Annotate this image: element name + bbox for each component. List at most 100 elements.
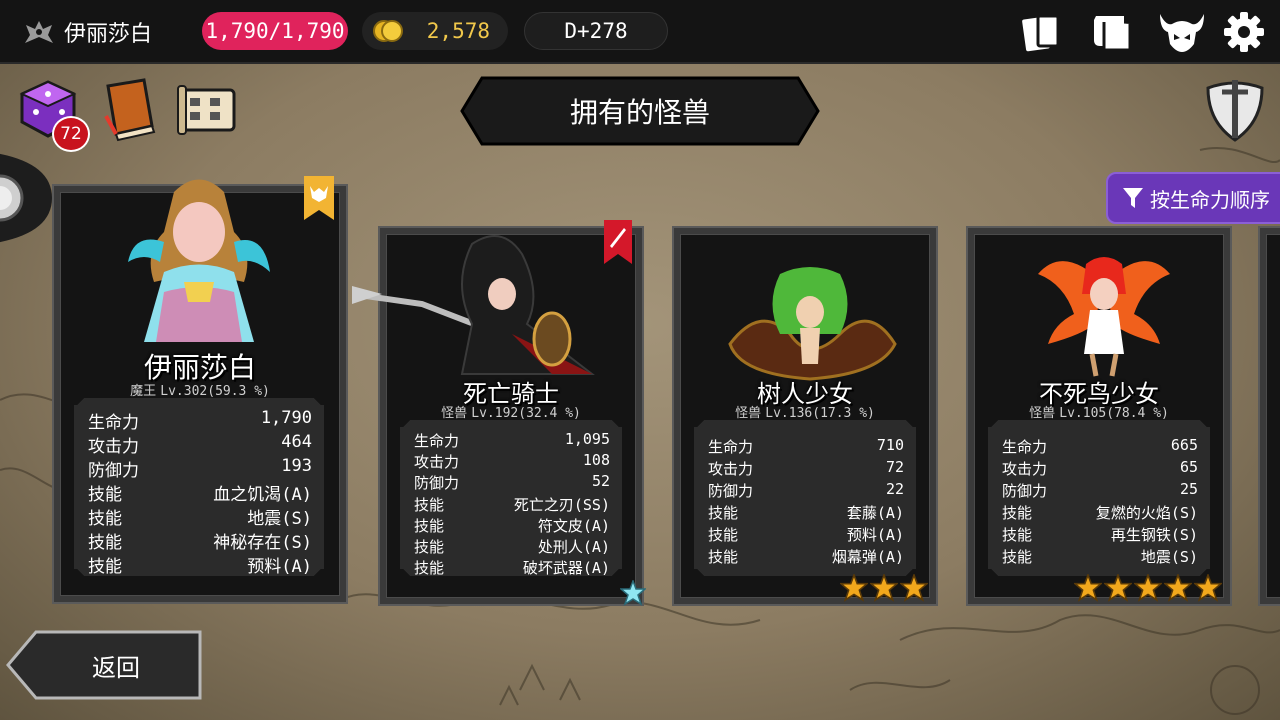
stat-label: 生命力 bbox=[88, 413, 139, 433]
stat-row: 技能 预料(A) bbox=[708, 524, 904, 545]
stat-row: 技能 符文皮(A) bbox=[414, 515, 610, 536]
stat-label: 技能 bbox=[414, 517, 445, 535]
stat-label: 技能 bbox=[708, 548, 739, 566]
stat-label: 防御力 bbox=[708, 482, 754, 500]
treant-girl-sprite bbox=[728, 267, 897, 381]
gold-amount: 2,578 bbox=[426, 19, 490, 43]
stat-value: 血之饥渴(A) bbox=[213, 485, 312, 505]
stat-label: 技能 bbox=[1002, 548, 1033, 566]
stat-value: 破坏武器(A) bbox=[522, 559, 610, 577]
stat-row: 防御力 52 bbox=[414, 472, 610, 493]
stat-value: 地震(S) bbox=[247, 509, 312, 529]
rarity-star-icon bbox=[1164, 574, 1192, 602]
stats-panel: 生命力 665 攻击力 65 防御力 25 技能 复燃的火焰(S) 技能 再生钢铁(S) … bbox=[988, 419, 1210, 577]
monster-card-elizabeth[interactable]: 伊丽莎白 魔王 Lv.302(59.3 %) 生命力 1,790 攻击力 464 防… bbox=[54, 176, 346, 602]
stat-label: 技能 bbox=[88, 485, 122, 505]
stat-value: 地震(S) bbox=[1140, 548, 1198, 566]
stat-row: 攻击力 108 bbox=[414, 451, 610, 472]
stat-value: 25 bbox=[1179, 480, 1198, 498]
stat-value: 52 bbox=[591, 472, 610, 490]
stat-row: 防御力 25 bbox=[1002, 480, 1198, 501]
stat-row: 攻击力 464 bbox=[88, 432, 312, 457]
stat-row: 技能 死亡之刃(SS) bbox=[414, 494, 610, 515]
recipe-scroll-icon[interactable] bbox=[176, 76, 240, 142]
stat-row: 技能 复燃的火焰(S) bbox=[1002, 502, 1198, 523]
rarity-star-icon bbox=[900, 574, 928, 602]
stat-row: 技能 地震(S) bbox=[88, 504, 312, 529]
stat-row: 技能 地震(S) bbox=[1002, 546, 1198, 567]
sword-ribbon-icon bbox=[604, 220, 632, 264]
settings-gear-icon[interactable] bbox=[1222, 10, 1266, 54]
stat-row: 技能 血之饥渴(A) bbox=[88, 480, 312, 505]
stat-label: 攻击力 bbox=[708, 460, 754, 478]
stat-label: 技能 bbox=[414, 496, 445, 514]
rarity-star-icon bbox=[1074, 574, 1102, 602]
demon-skull-icon[interactable] bbox=[1158, 10, 1206, 54]
day-counter: D+278 bbox=[524, 12, 668, 50]
gold-display: 2,578 bbox=[362, 12, 508, 50]
stat-label: 技能 bbox=[708, 504, 739, 522]
stat-value: 65 bbox=[1179, 458, 1198, 476]
stat-value: 死亡之刃(SS) bbox=[513, 496, 610, 514]
elizabeth-sprite bbox=[128, 179, 270, 342]
stat-label: 技能 bbox=[414, 538, 445, 556]
stat-row: 生命力 1,095 bbox=[414, 430, 610, 451]
stat-row: 技能 处刑人(A) bbox=[414, 536, 610, 557]
stat-row: 技能 神秘存在(S) bbox=[88, 528, 312, 553]
stat-label: 技能 bbox=[88, 533, 122, 553]
cards-icon[interactable] bbox=[1018, 10, 1062, 54]
stat-value: 193 bbox=[281, 456, 312, 476]
stat-value: 处刑人(A) bbox=[537, 538, 610, 556]
stat-value: 预料(A) bbox=[247, 557, 312, 577]
stat-value: 22 bbox=[885, 480, 904, 498]
monster-card-next-partial[interactable] bbox=[1260, 228, 1280, 604]
stat-label: 生命力 bbox=[414, 432, 460, 450]
player-name: 伊丽莎白 bbox=[64, 22, 153, 47]
stat-value: 神秘存在(S) bbox=[213, 533, 312, 553]
side-dial-handle[interactable] bbox=[0, 150, 52, 246]
stat-value: 复燃的火焰(S) bbox=[1095, 504, 1198, 522]
stats-panel: 生命力 1,095 攻击力 108 防御力 52 技能 死亡之刃(SS) 技能 符文皮(A… bbox=[400, 419, 622, 578]
monster-card-death-knight[interactable]: 死亡骑士 怪兽 Lv.192(32.4 %) 生命力 1,095 攻击力 108 防… bbox=[352, 220, 646, 606]
stat-row: 生命力 665 bbox=[1002, 436, 1198, 457]
sort-label: 按生命力顺序 bbox=[1150, 187, 1270, 212]
stat-label: 攻击力 bbox=[88, 437, 139, 457]
stat-label: 攻击力 bbox=[1002, 460, 1048, 478]
stat-label: 技能 bbox=[1002, 504, 1033, 522]
page-title: 拥有的怪兽 bbox=[569, 96, 710, 129]
stat-label: 防御力 bbox=[414, 474, 460, 492]
stat-value: 符文皮(A) bbox=[537, 517, 610, 535]
monster-book-icon[interactable] bbox=[98, 76, 162, 142]
demon-crest-icon bbox=[25, 21, 53, 43]
stat-label: 攻击力 bbox=[414, 453, 460, 471]
hp-display: 1,790/1,790 bbox=[202, 12, 348, 50]
monster-card-treant-girl[interactable]: 树人少女 怪兽 Lv.136(17.3 %) 生命力 710 攻击力 72 防御力 2… bbox=[674, 228, 936, 604]
ice-star-icon bbox=[620, 580, 646, 606]
stat-row: 技能 预料(A) bbox=[88, 552, 312, 577]
monster-card-phoenix-girl[interactable]: 不死鸟少女 怪兽 Lv.105(78.4 %) 生命力 665 攻击力 65 防御力… bbox=[968, 228, 1230, 604]
top-bar: 伊丽莎白 1,790/1,790 2,578 D+278 bbox=[0, 0, 1280, 64]
scroll-icon[interactable] bbox=[1090, 10, 1134, 54]
stat-value: 108 bbox=[582, 451, 610, 469]
sword-shield-emblem-icon[interactable] bbox=[1200, 74, 1270, 144]
stat-row: 技能 破坏武器(A) bbox=[414, 557, 610, 578]
stat-value: 预料(A) bbox=[846, 526, 904, 544]
stat-row: 生命力 710 bbox=[708, 436, 904, 457]
stat-row: 技能 套藤(A) bbox=[708, 502, 904, 523]
sort-by-hp-button[interactable]: 按生命力顺序 bbox=[1106, 172, 1280, 224]
stat-value: 464 bbox=[281, 432, 312, 452]
stat-row: 攻击力 72 bbox=[708, 458, 904, 479]
stat-label: 技能 bbox=[88, 509, 122, 529]
rarity-star-icon bbox=[840, 574, 868, 602]
stat-row: 攻击力 65 bbox=[1002, 458, 1198, 479]
stats-panel: 生命力 1,790 攻击力 464 防御力 193 技能 血之饥渴(A) 技能 地震(S)… bbox=[74, 397, 324, 577]
stat-label: 技能 bbox=[708, 526, 739, 544]
stat-value: 1,790 bbox=[260, 408, 312, 428]
stat-row: 生命力 1,790 bbox=[88, 408, 312, 433]
stat-label: 防御力 bbox=[88, 461, 139, 481]
stat-row: 技能 再生钢铁(S) bbox=[1002, 524, 1198, 545]
stat-row: 防御力 22 bbox=[708, 480, 904, 501]
rarity-star-icon bbox=[1194, 574, 1222, 602]
stat-label: 生命力 bbox=[1002, 438, 1048, 456]
stat-value: 1,095 bbox=[564, 430, 610, 448]
